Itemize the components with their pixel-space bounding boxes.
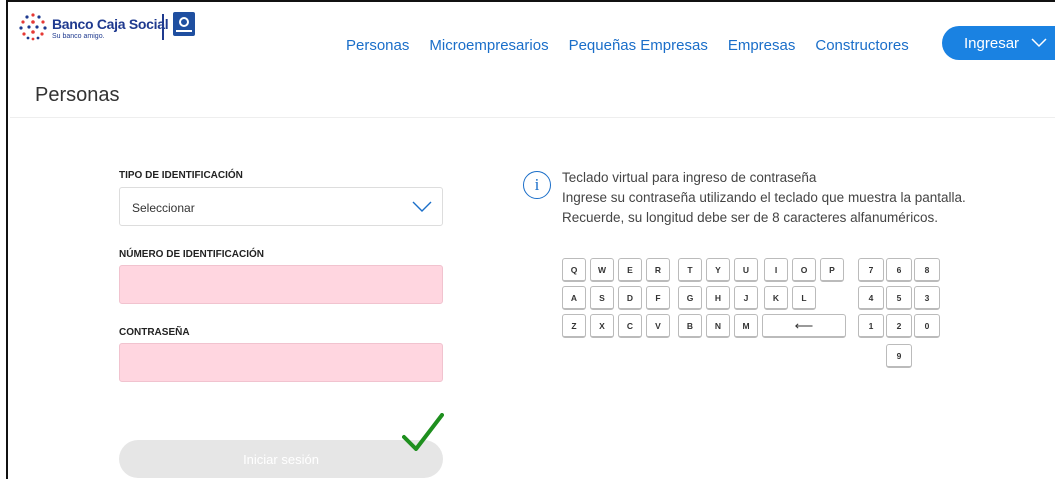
key-n[interactable]: N bbox=[706, 314, 730, 338]
key-u[interactable]: U bbox=[734, 258, 758, 282]
key-5[interactable]: 5 bbox=[886, 286, 912, 310]
key-7[interactable]: 7 bbox=[858, 258, 884, 282]
key-s[interactable]: S bbox=[590, 286, 614, 310]
page-title: Personas bbox=[35, 84, 120, 106]
id-type-value: Seleccionar bbox=[132, 201, 195, 215]
backspace-key[interactable]: ⟵ bbox=[762, 314, 846, 338]
key-q[interactable]: Q bbox=[562, 258, 586, 282]
window-frame-left bbox=[0, 0, 8, 479]
key-e[interactable]: E bbox=[618, 258, 642, 282]
key-a[interactable]: A bbox=[562, 286, 586, 310]
key-r[interactable]: R bbox=[646, 258, 670, 282]
id-type-label: TIPO DE IDENTIFICACIÓN bbox=[119, 170, 243, 181]
id-number-input[interactable] bbox=[119, 265, 443, 304]
key-v[interactable]: V bbox=[646, 314, 670, 338]
id-number-label: NÚMERO DE IDENTIFICACIÓN bbox=[119, 249, 264, 260]
nav-item-personas[interactable]: Personas bbox=[346, 37, 409, 54]
key-c[interactable]: C bbox=[618, 314, 642, 338]
page-title-bar: Personas bbox=[10, 62, 1055, 118]
key-9[interactable]: 9 bbox=[886, 344, 912, 368]
info-line-1: Teclado virtual para ingreso de contrase… bbox=[562, 170, 817, 185]
key-x[interactable]: X bbox=[590, 314, 614, 338]
key-b[interactable]: B bbox=[678, 314, 702, 338]
chevron-down-icon bbox=[1031, 38, 1047, 48]
key-f[interactable]: F bbox=[646, 286, 670, 310]
key-z[interactable]: Z bbox=[562, 314, 586, 338]
ingresar-label: Ingresar bbox=[964, 34, 1020, 52]
key-o[interactable]: O bbox=[792, 258, 816, 282]
key-y[interactable]: Y bbox=[706, 258, 730, 282]
key-3[interactable]: 3 bbox=[914, 286, 940, 310]
brand-logo[interactable]: Banco Caja Social Su banco amigo. bbox=[18, 12, 208, 48]
logo-dots-icon bbox=[19, 13, 47, 41]
ingresar-button[interactable]: Ingresar bbox=[942, 26, 1055, 60]
nav-item-empresas[interactable]: Empresas bbox=[728, 37, 796, 54]
key-h[interactable]: H bbox=[706, 286, 730, 310]
key-g[interactable]: G bbox=[678, 286, 702, 310]
brand-name: Banco Caja Social bbox=[52, 16, 169, 32]
key-m[interactable]: M bbox=[734, 314, 758, 338]
password-input[interactable] bbox=[119, 343, 443, 382]
chevron-down-icon bbox=[412, 201, 432, 212]
main-nav: Personas Microempresarios Pequeñas Empre… bbox=[346, 37, 909, 54]
key-d[interactable]: D bbox=[618, 286, 642, 310]
info-line-2: Ingrese su contraseña utilizando el tecl… bbox=[562, 190, 966, 205]
key-8[interactable]: 8 bbox=[914, 258, 940, 282]
info-icon: i bbox=[523, 171, 551, 199]
nav-item-constructores[interactable]: Constructores bbox=[815, 37, 908, 54]
brand-tagline: Su banco amigo. bbox=[52, 33, 105, 40]
key-1[interactable]: 1 bbox=[858, 314, 884, 338]
login-button-label: Iniciar sesión bbox=[243, 451, 319, 467]
virtual-keyboard-info: Teclado virtual para ingreso de contrase… bbox=[562, 168, 966, 228]
site-header: Banco Caja Social Su banco amigo. Person… bbox=[10, 2, 1055, 62]
key-6[interactable]: 6 bbox=[886, 258, 912, 282]
password-label: CONTRASEÑA bbox=[119, 327, 190, 338]
checkmark-icon bbox=[402, 413, 444, 451]
foundation-badge-icon bbox=[173, 12, 195, 36]
key-j[interactable]: J bbox=[734, 286, 758, 310]
key-0[interactable]: 0 bbox=[914, 314, 940, 338]
key-l[interactable]: L bbox=[792, 286, 816, 310]
login-button[interactable]: Iniciar sesión bbox=[119, 440, 443, 478]
key-4[interactable]: 4 bbox=[858, 286, 884, 310]
key-2[interactable]: 2 bbox=[886, 314, 912, 338]
nav-item-microempresarios[interactable]: Microempresarios bbox=[429, 37, 548, 54]
key-k[interactable]: K bbox=[764, 286, 788, 310]
key-p[interactable]: P bbox=[820, 258, 844, 282]
key-t[interactable]: T bbox=[678, 258, 702, 282]
key-i[interactable]: I bbox=[764, 258, 788, 282]
info-line-3: Recuerde, su longitud debe ser de 8 cara… bbox=[562, 210, 938, 225]
nav-item-pequenas-empresas[interactable]: Pequeñas Empresas bbox=[569, 37, 708, 54]
logo-divider bbox=[162, 14, 164, 40]
id-type-select[interactable]: Seleccionar bbox=[119, 187, 443, 226]
key-w[interactable]: W bbox=[590, 258, 614, 282]
